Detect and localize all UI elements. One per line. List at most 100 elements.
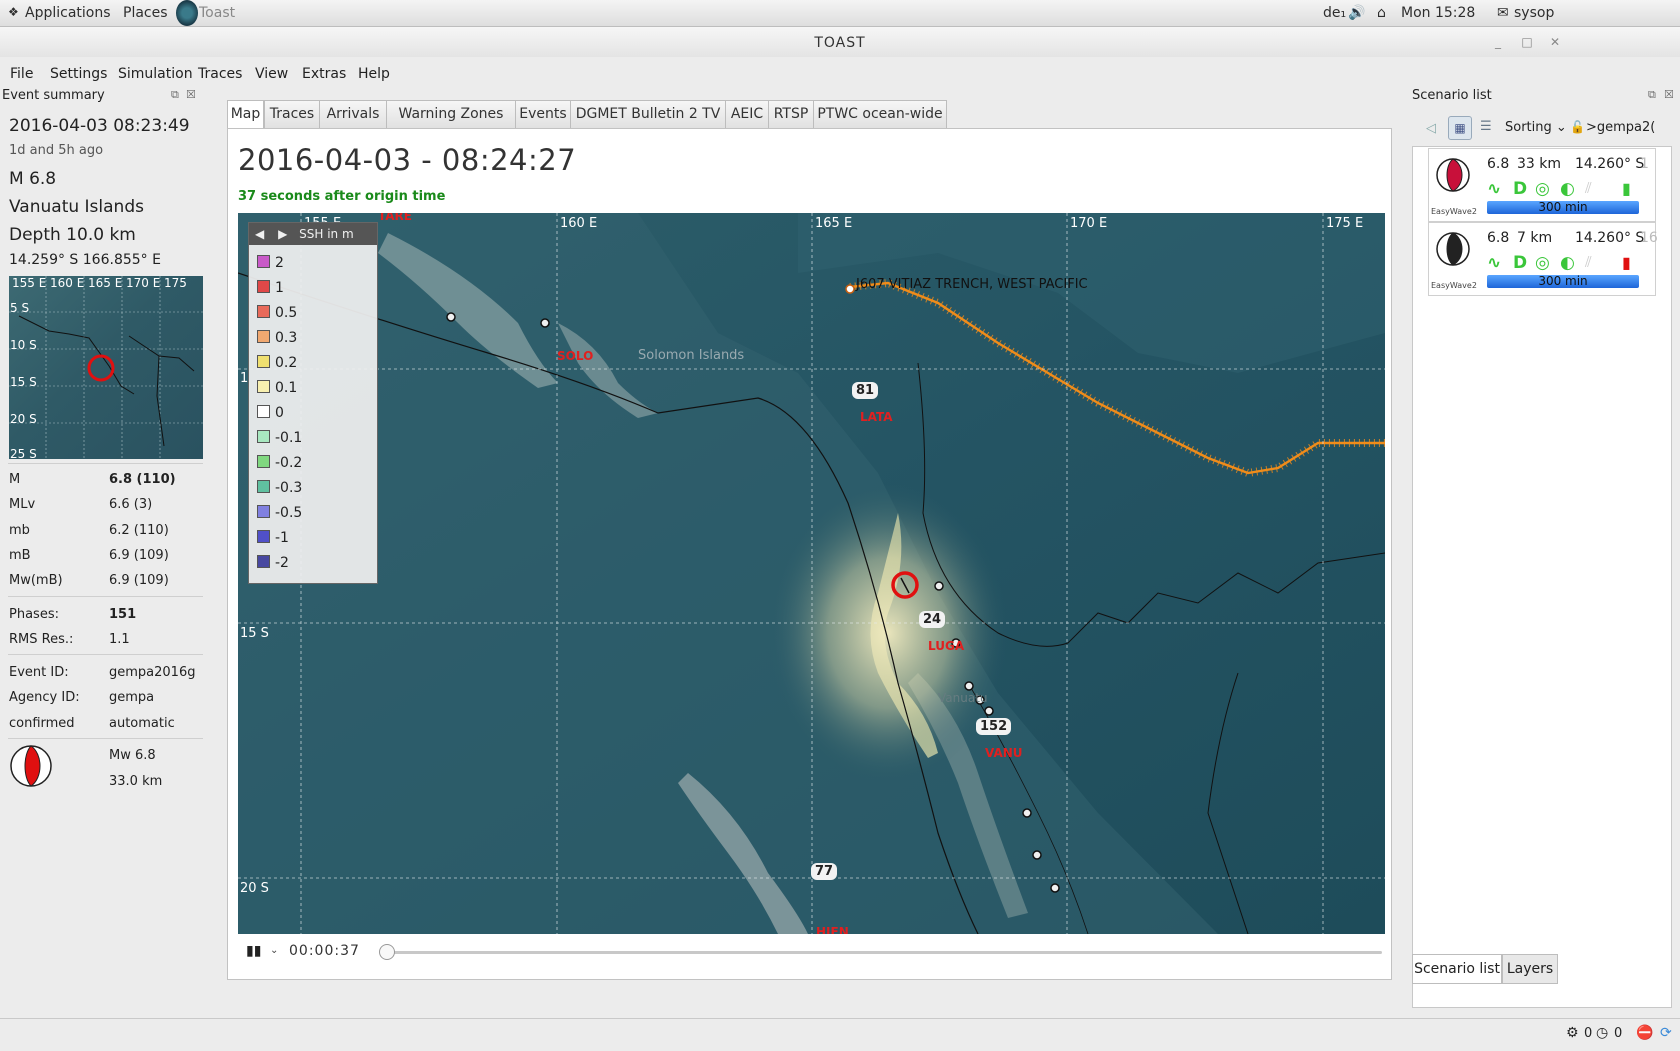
arrival-count-badge[interactable]: 152 (976, 718, 1012, 735)
menu-simulation[interactable]: Simulation (118, 66, 193, 82)
ssh-legend[interactable]: ◀ ▶ SSH in m 2 1 0.5 0.3 0.2 0.1 0 -0.1 … (248, 222, 378, 584)
user-menu[interactable]: sysop (1514, 5, 1554, 21)
menu-traces[interactable]: Traces (198, 66, 242, 82)
tab-rtsp[interactable]: RTSP (768, 100, 814, 128)
close-icon[interactable]: ✕ (1545, 33, 1565, 51)
gear-icon[interactable]: ⚙ (1566, 1025, 1579, 1041)
menu-help[interactable]: Help (358, 66, 390, 82)
model-name: EasyWave2 (1431, 281, 1477, 290)
legend-swatch (257, 280, 270, 293)
volume-icon[interactable]: 🔊 (1348, 5, 1365, 21)
tab-layers[interactable]: Layers (1502, 954, 1558, 984)
legend-swatch (257, 405, 270, 418)
tab-aeic[interactable]: AEIC (725, 100, 769, 128)
bar-level-icon: ▮ (1622, 179, 1631, 198)
divider (8, 463, 203, 464)
beachball-status-icon: ◐ (1560, 253, 1575, 273)
origin-time: 2016-04-03 08:23:49 (9, 116, 190, 136)
playback-options-icon[interactable]: ⌄ (270, 945, 278, 956)
scenario-filter[interactable]: >gempa2( (1586, 120, 1678, 135)
mag-type: MLv (9, 497, 36, 512)
legend-prev-icon[interactable]: ◀ (255, 227, 264, 241)
legend-swatch (257, 530, 270, 543)
arrival-count-badge[interactable]: 24 (919, 611, 946, 628)
lon-tick: 170 E (1070, 216, 1108, 231)
phases-label: Phases: (9, 607, 59, 622)
toast-app-icon (176, 0, 198, 26)
list-view-icon[interactable]: ☰ (1480, 119, 1492, 134)
menu-extras[interactable]: Extras (302, 66, 346, 82)
mag-value: 6.6 (3) (109, 497, 153, 512)
stop-icon[interactable]: ⛔ (1636, 1025, 1653, 1041)
waveform-icon: ∿ (1487, 179, 1502, 199)
clock[interactable]: Mon 15:28 (1401, 5, 1475, 21)
lat-tick: 15 S (240, 626, 269, 641)
applications-menu[interactable]: Applications (25, 5, 111, 21)
station-lata[interactable]: LATA (860, 410, 893, 424)
arrival-count-badge[interactable]: 81 (852, 382, 879, 399)
menu-file[interactable]: File (10, 66, 33, 82)
station-solo[interactable]: SOLO (557, 349, 593, 363)
lock-icon[interactable]: 🔓 (1570, 120, 1585, 134)
clock-icon[interactable]: ◷ (1596, 1025, 1608, 1041)
minimize-icon[interactable]: _ (1488, 33, 1508, 51)
tab-warning-zones[interactable]: Warning Zones (386, 100, 516, 128)
minimap[interactable]: 155 E 160 E 165 E 170 E 175 5 S 10 S 15 … (9, 276, 203, 459)
applications-icon[interactable]: ❖ (8, 5, 19, 19)
minimap-xtick: 165 E (88, 276, 123, 290)
rms-value: 1.1 (109, 632, 130, 647)
float-icon[interactable]: ⧉ (171, 88, 179, 102)
islands-label: Solomon Islands (638, 348, 745, 363)
event-summary-panel: Event summary ⧉ ☒ 2016-04-03 08:23:49 1d… (0, 88, 212, 1018)
phases-value: 151 (109, 607, 137, 622)
station-tare[interactable]: TARE (378, 213, 412, 223)
tab-events[interactable]: Events (515, 100, 571, 128)
grid-view-icon[interactable]: ▦ (1448, 116, 1472, 140)
close-panel-icon[interactable]: ☒ (1664, 88, 1674, 101)
menu-view[interactable]: View (255, 66, 288, 82)
menu-settings[interactable]: Settings (50, 66, 107, 82)
d-icon: D (1513, 253, 1528, 273)
scenario-card[interactable]: EasyWave2 6.8 33 km 14.260° S 1 ∿ D ◎ ◐ … (1428, 148, 1656, 222)
tab-traces[interactable]: Traces (264, 100, 320, 128)
menu-bar: File Settings Simulation Traces View Ext… (0, 60, 1680, 88)
connection-icon[interactable]: ⟳ (1660, 1025, 1672, 1041)
arrival-count-badge[interactable]: 77 (811, 863, 838, 880)
legend-row: 1 (257, 280, 284, 296)
close-panel-icon[interactable]: ☒ (186, 88, 196, 101)
target-icon: ◎ (1535, 179, 1550, 199)
pause-icon[interactable]: ▮▮ (246, 943, 261, 959)
maximize-icon[interactable]: □ (1517, 33, 1537, 51)
playback-slider[interactable] (382, 951, 1382, 954)
tab-arrivals[interactable]: Arrivals (319, 100, 387, 128)
active-app-name[interactable]: Toast (199, 5, 235, 21)
network-icon[interactable]: ⌂ (1377, 5, 1386, 21)
mag-type: mB (9, 548, 31, 563)
minimap-ytick: 20 S (10, 412, 37, 426)
float-icon[interactable]: ⧉ (1648, 88, 1656, 102)
minimap-ytick: 5 S (10, 301, 30, 315)
tab-ptwc[interactable]: PTWC ocean-wide (813, 100, 947, 128)
scenario-lat: 14.260° S (1575, 156, 1645, 172)
tsunami-map[interactable]: 155 E 160 E 165 E 170 E 175 E 1 15 S 20 … (238, 213, 1385, 934)
station-luga[interactable]: LUGA (928, 639, 964, 653)
legend-row: 0.5 (257, 305, 297, 321)
time-ago: 1d and 5h ago (9, 143, 104, 158)
tab-scenario-list[interactable]: Scenario list (1412, 954, 1502, 984)
disabled-icon: ⫽ (1585, 253, 1592, 271)
station-vanu[interactable]: VANU (985, 746, 1023, 760)
playback-slider-handle[interactable] (379, 944, 395, 960)
places-menu[interactable]: Places (123, 5, 168, 21)
scenario-extra: 16 (1640, 230, 1658, 246)
tab-dgmet-bulletin[interactable]: DGMET Bulletin 2 TV (570, 100, 726, 128)
mw-value: Mw 6.8 (109, 748, 156, 763)
back-icon[interactable]: ◁ (1426, 121, 1436, 136)
scenario-card[interactable]: EasyWave2 6.8 7 km 14.260° S 16 ∿ D ◎ ◐ … (1428, 222, 1658, 296)
station-hien[interactable]: HIEN (816, 925, 849, 934)
sorting-dropdown[interactable]: Sorting ⌄ (1505, 120, 1567, 135)
legend-next-icon[interactable]: ▶ (278, 227, 287, 241)
tab-map[interactable]: Map (227, 100, 264, 130)
keyboard-layout[interactable]: de₁ (1323, 5, 1346, 21)
minimap-ytick: 25 S (10, 447, 37, 459)
depth: Depth 10.0 km (9, 225, 136, 245)
